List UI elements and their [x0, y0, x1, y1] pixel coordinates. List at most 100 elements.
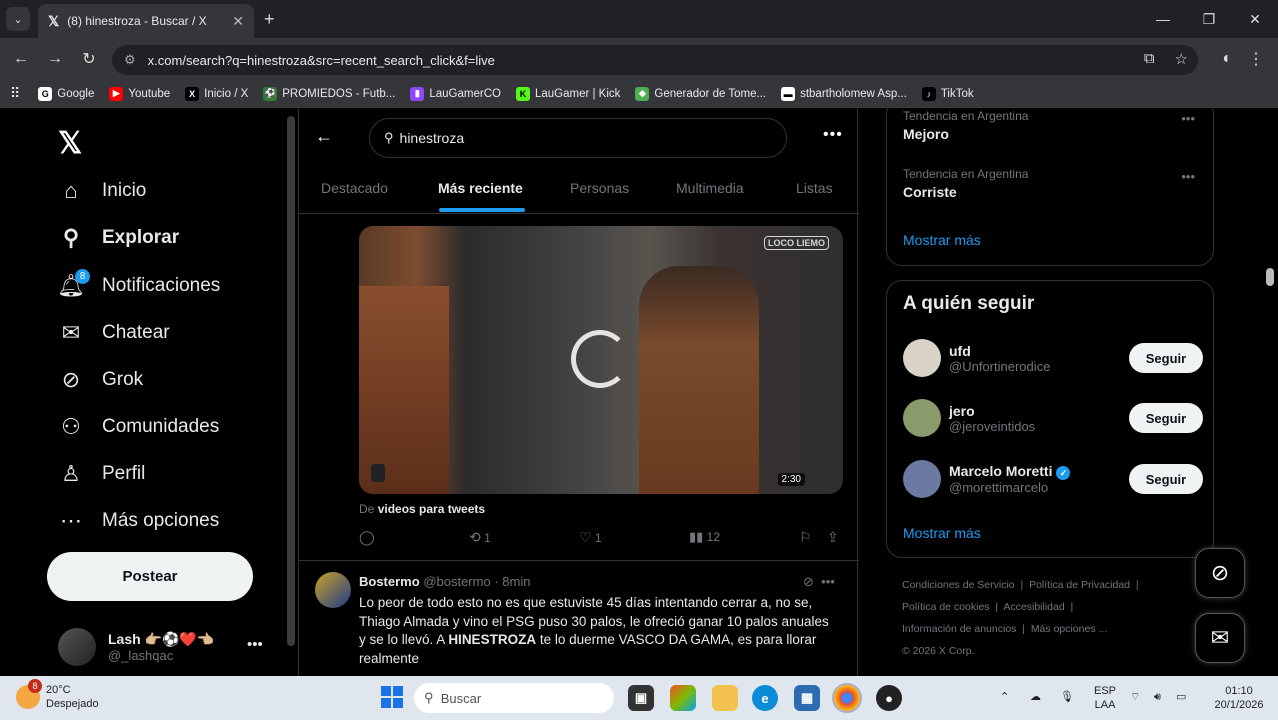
follow-button[interactable]: Seguir [1129, 343, 1203, 373]
nav-more[interactable]: ⋯ Más opciones [58, 508, 219, 534]
back-arrow-icon[interactable]: ← [315, 126, 333, 147]
footer-link[interactable]: Política de cookies [902, 601, 990, 613]
chrome-icon[interactable] [832, 683, 862, 713]
nav-grok[interactable]: ⊘ Grok [58, 367, 143, 393]
footer-link[interactable]: Política de Privacidad [1029, 579, 1130, 591]
new-tab-button[interactable]: + [264, 9, 275, 30]
tab-people[interactable]: Personas [570, 180, 629, 196]
follow-button[interactable]: Seguir [1129, 403, 1203, 433]
nav-chat[interactable]: ✉ Chatear [58, 320, 170, 346]
follow-suggestion[interactable]: jero @jeroveintidos Seguir [903, 399, 1203, 437]
bookmark-item[interactable]: ▬ stbartholomew Asp... [781, 86, 907, 101]
volume-icon[interactable]: 🔊︎ [1154, 690, 1161, 704]
install-app-icon[interactable]: ⧉ [1144, 50, 1155, 68]
page-scrollbar-thumb[interactable] [1266, 268, 1274, 286]
copilot-icon[interactable] [670, 685, 696, 711]
bookmark-item[interactable]: K LauGamer | Kick [515, 86, 620, 101]
store-icon[interactable]: ▦ [794, 685, 820, 711]
bookmark-item[interactable]: ◆ Generador de Tome... [635, 86, 766, 101]
mute-icon[interactable] [371, 464, 385, 482]
footer-link[interactable]: Información de anuncios [902, 623, 1016, 635]
bookmark-item[interactable]: ▶ Youtube [109, 86, 170, 101]
tab-close-icon[interactable]: ✕ [232, 13, 244, 30]
bookmark-icon[interactable]: ⚐ [799, 529, 812, 546]
minimize-button[interactable]: — [1140, 0, 1186, 38]
share-icon[interactable]: ⇪ [827, 529, 839, 546]
taskbar-search-input[interactable]: ⚲ Buscar [414, 683, 614, 713]
messages-fab-button[interactable]: ✉ [1195, 613, 1245, 663]
tweet-time[interactable]: · 8min [494, 574, 530, 589]
x-logo-icon[interactable]: 𝕏 [58, 126, 82, 161]
retweet-button[interactable]: ⟲ 1 [469, 529, 491, 546]
file-explorer-icon[interactable] [712, 685, 738, 711]
tray-chevron-icon[interactable]: ⌃ [1000, 690, 1009, 704]
url-field[interactable]: ⚙ x.com/search?q=hinestroza&src=recent_s… [112, 45, 1198, 75]
tab-search-button[interactable]: ⌄ [6, 7, 30, 31]
restore-button[interactable]: ❐ [1186, 0, 1232, 38]
trend-item[interactable]: Tendencia en Argentina Mejoro [903, 109, 1028, 142]
apps-grid-icon[interactable]: ⠿ [10, 85, 20, 102]
bookmark-item[interactable]: X Inicio / X [185, 86, 248, 101]
bookmark-item[interactable]: G Google [38, 86, 94, 101]
app-icon[interactable]: ● [876, 685, 902, 711]
nav-profile[interactable]: ♙ Perfil [58, 461, 145, 487]
footer-link[interactable]: Accesibilidad [1003, 601, 1064, 613]
start-button[interactable] [381, 686, 403, 708]
search-options-icon[interactable]: ••• [823, 126, 843, 144]
task-view-icon[interactable]: ▣ [628, 685, 654, 711]
bookmark-star-icon[interactable]: ☆ [1175, 50, 1188, 68]
battery-icon[interactable]: ▭ [1176, 690, 1186, 704]
follow-button[interactable]: Seguir [1129, 464, 1203, 494]
language-indicator[interactable]: ESP LAA [1094, 684, 1116, 712]
show-more-trends-link[interactable]: Mostrar más [903, 232, 981, 248]
trend-more-icon[interactable]: ••• [1181, 111, 1195, 126]
browser-menu-icon[interactable]: ⋮ [1248, 49, 1264, 69]
tweet-more-icon[interactable]: ••• [821, 574, 835, 589]
tweet-text-bold[interactable]: HINESTROZA [448, 632, 536, 647]
tab-latest[interactable]: Más reciente [438, 180, 523, 196]
nav-communities[interactable]: ⚇ Comunidades [58, 414, 219, 440]
footer-link[interactable]: Condiciones de Servicio [902, 579, 1015, 591]
tab-lists[interactable]: Listas [796, 180, 833, 196]
video-source[interactable]: De videos para tweets [359, 502, 485, 516]
views-button[interactable]: ▮▮ 12 [689, 529, 720, 545]
edge-icon[interactable]: e [752, 685, 778, 711]
follow-suggestion[interactable]: ufd @Unfortinerodice Seguir [903, 339, 1203, 377]
trend-more-icon[interactable]: ••• [1181, 169, 1195, 184]
follow-suggestion[interactable]: Marcelo Moretti ✓ @morettimarcelo Seguir [903, 460, 1203, 498]
back-button[interactable]: ← [4, 50, 38, 68]
nav-explore[interactable]: ⚲ Explorar [58, 225, 179, 251]
account-more-icon[interactable]: ••• [247, 636, 263, 653]
forward-button[interactable]: → [38, 50, 72, 68]
reply-icon[interactable]: ◯ [359, 529, 375, 546]
weather-widget[interactable]: 8 20°C Despejado [16, 679, 99, 711]
browser-tab[interactable]: 𝕏 (8) hinestroza - Buscar / X ✕ [38, 4, 254, 38]
account-switcher[interactable]: Lash 👉🏼⚽❤️👈🏼 @_lashqac [58, 628, 214, 666]
grok-icon[interactable]: ⊘ [803, 574, 814, 589]
reload-button[interactable]: ↻ [72, 49, 106, 69]
tab-featured[interactable]: Destacado [321, 180, 388, 196]
grok-fab-button[interactable]: ⊘ [1195, 548, 1245, 598]
bookmark-item[interactable]: ⚽ PROMIEDOS - Futb... [263, 86, 395, 101]
sidebar-scrollbar[interactable] [287, 116, 295, 646]
trend-item[interactable]: Tendencia en Argentina Corriste [903, 167, 1028, 200]
tweet-author-name[interactable]: Bostermo [359, 574, 420, 589]
tweet-video[interactable]: LOCO LIEMO 2:30 [359, 226, 843, 494]
tweet-author-handle[interactable]: @bostermo [423, 574, 490, 589]
nav-notifications[interactable]: 🔔︎ 8 Notificaciones [57, 269, 220, 299]
close-window-button[interactable]: ✕ [1232, 0, 1278, 38]
avatar[interactable] [315, 572, 351, 608]
mic-icon[interactable]: 🎙︎ [1060, 690, 1074, 704]
footer-link[interactable]: Más opciones ... [1031, 623, 1107, 635]
search-input[interactable]: ⚲ hinestroza [369, 118, 787, 158]
bookmark-item[interactable]: ▮ LauGamerCO [410, 86, 501, 101]
bookmark-item[interactable]: ♪ TikTok [921, 86, 974, 101]
post-button[interactable]: Postear [47, 552, 253, 601]
onedrive-icon[interactable]: ☁ [1030, 690, 1041, 704]
like-button[interactable]: ♡ 1 [579, 529, 602, 546]
nav-home[interactable]: ⌂ Inicio [58, 178, 146, 204]
show-more-follow-link[interactable]: Mostrar más [903, 525, 981, 541]
clock[interactable]: 01:10 20/1/2026 [1208, 684, 1270, 712]
site-info-icon[interactable]: ⚙ [124, 52, 136, 68]
extension-icon[interactable]: ◐ [1222, 50, 1232, 68]
